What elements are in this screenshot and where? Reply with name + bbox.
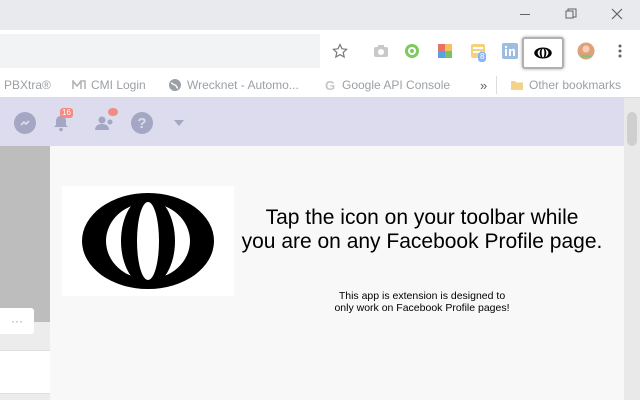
- friends-icon: [95, 116, 113, 130]
- green-extension-button[interactable]: [403, 42, 421, 60]
- bookmarks-overflow-button[interactable]: »: [480, 77, 487, 93]
- browser-menu-button[interactable]: [611, 42, 629, 60]
- eye-logo-icon: [534, 47, 552, 59]
- bookmark-wrecknet[interactable]: Wrecknet - Automo...: [168, 77, 299, 93]
- help-button[interactable]: ?: [131, 112, 153, 134]
- cover-photo-area: [0, 146, 50, 322]
- caret-down-icon: [174, 120, 184, 126]
- minimize-button[interactable]: [514, 4, 536, 24]
- bookmarks-bar: PBXtra® CMI Login Wrecknet - Automo... G…: [0, 72, 640, 98]
- linkedin-extension-button[interactable]: [501, 42, 519, 60]
- other-bookmarks-label: Other bookmarks: [529, 78, 622, 92]
- minimize-icon: [520, 13, 530, 15]
- camera-extension-button[interactable]: [372, 42, 390, 60]
- bookmarks-divider: [496, 76, 497, 94]
- cmi-icon: [72, 78, 86, 92]
- messenger-icon: [20, 120, 30, 126]
- bookmark-pbxtra[interactable]: PBXtra®: [4, 77, 51, 93]
- eye-logo-large-icon: [82, 193, 214, 289]
- bookmark-label: CMI Login: [91, 78, 146, 92]
- more-options-button[interactable]: ···: [0, 308, 34, 334]
- bookmark-label: PBXtra®: [4, 78, 51, 92]
- overflow-chevron: »: [480, 77, 488, 93]
- bookmark-cmi-login[interactable]: CMI Login: [72, 77, 146, 93]
- more-options-label: ···: [11, 314, 23, 328]
- popup-instructions: Tap the icon on your toolbar while you a…: [232, 206, 612, 254]
- address-bar[interactable]: [0, 34, 320, 68]
- note-line-2: only work on Facebook Profile pages!: [334, 302, 510, 314]
- page-scrollbar-thumb[interactable]: [627, 112, 637, 146]
- instruction-line-1: Tap the icon on your toolbar while: [265, 206, 579, 229]
- account-menu-button[interactable]: [168, 112, 190, 134]
- bookmark-star-button[interactable]: [331, 42, 349, 60]
- badge-extension-button[interactable]: 8: [469, 42, 487, 62]
- photo-extension-button[interactable]: [436, 42, 454, 60]
- friend-requests-button[interactable]: [94, 108, 118, 134]
- messenger-button[interactable]: [14, 112, 36, 134]
- bookmark-label: Google API Console: [342, 78, 451, 92]
- profile-button[interactable]: [577, 42, 595, 60]
- notifications-count: 16: [60, 108, 73, 118]
- popup-note: This app is extension is designed to onl…: [312, 290, 532, 314]
- notifications-button[interactable]: 16: [50, 108, 73, 134]
- extension-badge: 8: [478, 52, 487, 62]
- friend-requests-dot: [108, 108, 118, 116]
- bookmark-google-api-console[interactable]: G Google API Console: [323, 77, 450, 93]
- note-line-1: This app is extension is designed to: [338, 290, 506, 302]
- google-icon: G: [324, 77, 336, 93]
- star-icon: [332, 43, 348, 59]
- profile-viewer-extension-button[interactable]: [522, 37, 564, 69]
- green-circle-icon: [405, 44, 419, 58]
- help-icon: ?: [137, 114, 147, 132]
- facebook-top-bar: 16 ?: [0, 98, 624, 146]
- linkedin-icon: [502, 43, 518, 59]
- folder-icon: [510, 78, 524, 92]
- close-icon: [611, 8, 623, 20]
- globe-icon: [168, 78, 182, 92]
- camera-icon: [374, 45, 388, 57]
- other-bookmarks[interactable]: Other bookmarks: [510, 77, 621, 93]
- profile-card: [0, 350, 50, 394]
- close-button[interactable]: [606, 4, 628, 24]
- instruction-line-2: you are on any Facebook Profile page.: [241, 230, 603, 253]
- extension-logo: [62, 186, 234, 296]
- avatar-icon: [577, 42, 595, 60]
- restore-button[interactable]: [560, 4, 582, 24]
- menu-icon: [618, 44, 622, 58]
- restore-icon: [565, 8, 577, 19]
- photo-icon: [438, 44, 452, 58]
- bookmark-label: Wrecknet - Automo...: [187, 78, 299, 92]
- title-bar: [0, 0, 640, 30]
